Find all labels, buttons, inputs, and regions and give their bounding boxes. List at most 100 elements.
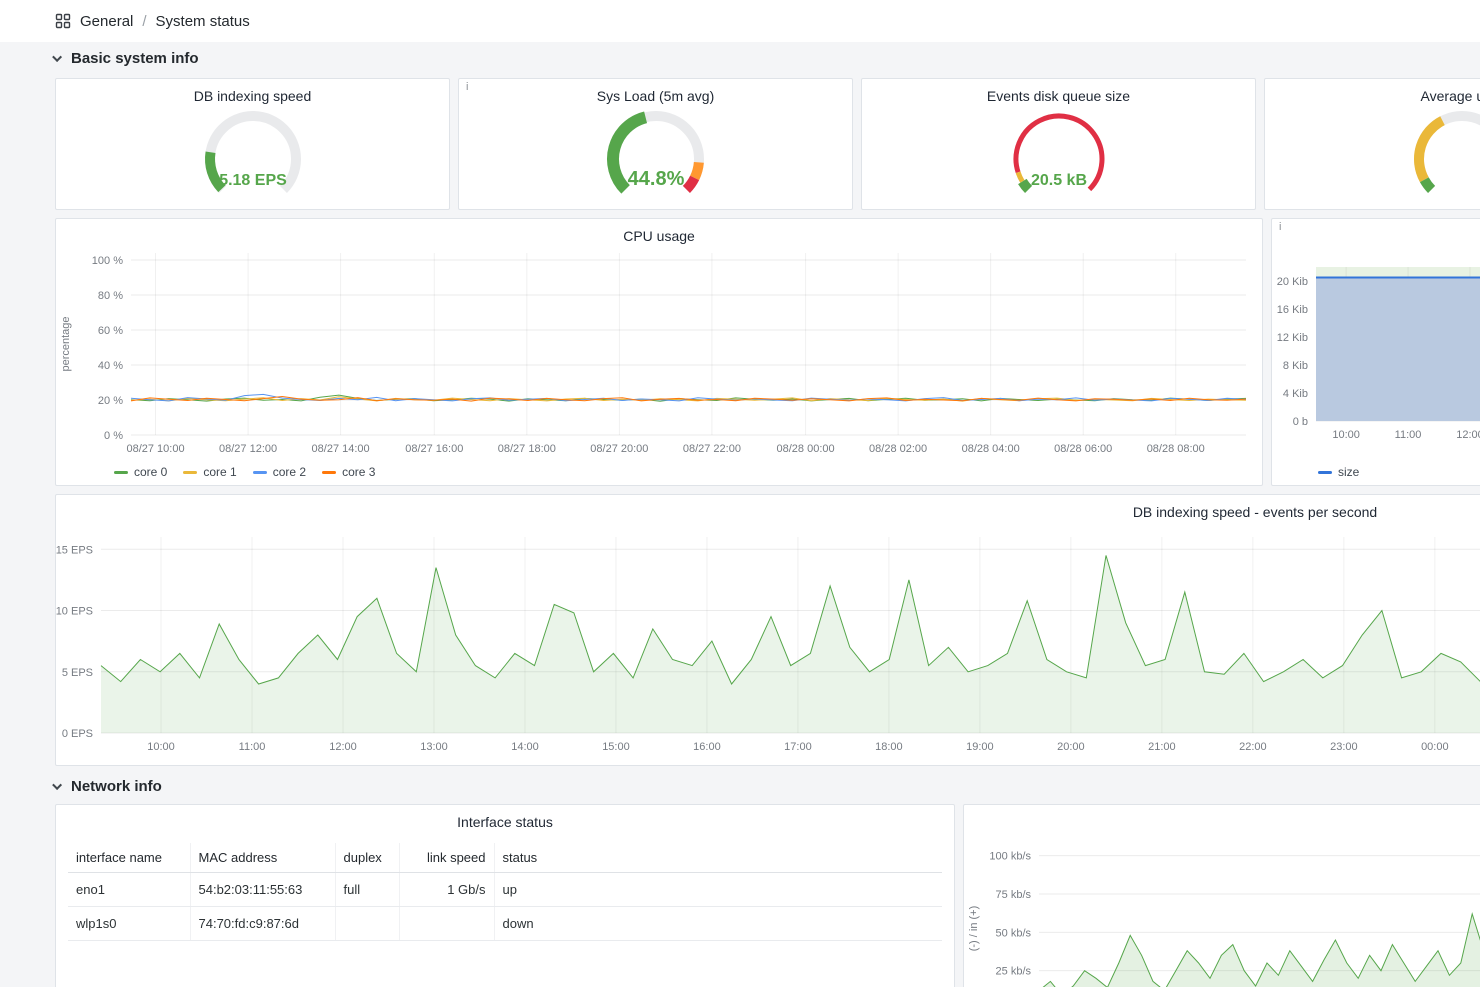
panel-title[interactable]: DB indexing speed - events per second [56,495,1480,523]
svg-text:10:00: 10:00 [1332,429,1360,441]
panel-average-upstream-gauge: Average upstr [1264,78,1480,210]
svg-text:08/27 16:00: 08/27 16:00 [405,443,463,455]
db-indexing-speed-chart[interactable]: 0 EPS5 EPS10 EPS15 EPS10:0011:0012:0013:… [56,521,1480,767]
chevron-down-icon [52,780,62,790]
section-network-info[interactable]: Network info [55,778,162,795]
breadcrumb-section[interactable]: General [80,13,133,30]
legend-item-core-3[interactable]: core 3 [322,465,375,479]
grafana-dashboard: General / System status Basic system inf… [0,0,1480,987]
svg-text:12:00: 12:00 [1456,429,1480,441]
panel-network-traffic: 25 kb/s50 kb/s75 kb/s100 kb/s(-) / in (+… [963,804,1480,987]
panel-db-indexing-speed-gauge: DB indexing speed 5.18 EPS [55,78,450,210]
svg-text:08/27 20:00: 08/27 20:00 [590,443,648,455]
svg-text:25 kb/s: 25 kb/s [996,966,1032,978]
info-icon[interactable]: i [466,82,468,93]
cpu-usage-legend: core 0 core 1 core 2 core 3 [114,465,391,479]
table-row[interactable]: wlp1s074:70:fd:c9:87:6d down [68,907,942,941]
legend-swatch [322,471,336,474]
table-row[interactable]: eno154:b2:03:11:55:63full1 Gb/sup [68,873,942,907]
svg-text:18:00: 18:00 [875,741,903,753]
svg-text:20:00: 20:00 [1057,741,1085,753]
svg-text:12:00: 12:00 [329,741,357,753]
table-cell: 74:70:fd:c9:87:6d [190,907,335,941]
legend-label: size [1338,465,1359,479]
svg-text:0 %: 0 % [104,430,123,442]
legend-swatch [183,471,197,474]
svg-text:16:00: 16:00 [693,741,721,753]
svg-text:10 EPS: 10 EPS [56,606,93,618]
svg-text:17:00: 17:00 [784,741,812,753]
svg-text:16 Kib: 16 Kib [1277,304,1308,316]
svg-text:100 %: 100 % [92,255,123,267]
svg-text:00:00: 00:00 [1421,741,1449,753]
svg-text:60 %: 60 % [98,325,123,337]
svg-text:0 b: 0 b [1293,416,1308,428]
network-traffic-chart[interactable]: 25 kb/s50 kb/s75 kb/s100 kb/s(-) / in (+… [964,825,1480,987]
svg-text:22:00: 22:00 [1239,741,1267,753]
breadcrumb-page: System status [156,13,250,30]
section-title: Network info [71,778,162,795]
svg-text:19:00: 19:00 [966,741,994,753]
panel-db-indexing-speed-chart: DB indexing speed - events per second 0 … [55,494,1480,766]
legend-item-size[interactable]: size [1318,465,1359,479]
svg-text:14:00: 14:00 [511,741,539,753]
svg-text:11:00: 11:00 [239,741,266,753]
svg-text:23:00: 23:00 [1330,741,1358,753]
table-cell [335,907,399,941]
legend-swatch [253,471,267,474]
svg-text:08/27 10:00: 08/27 10:00 [126,443,184,455]
svg-text:15 EPS: 15 EPS [56,544,93,556]
info-icon[interactable]: i [1279,222,1281,233]
legend-label: core 0 [134,465,167,479]
table-cell [399,907,494,941]
legend-swatch [114,471,128,474]
chevron-down-icon [52,52,62,62]
legend-item-core-2[interactable]: core 2 [253,465,306,479]
svg-text:(-) / in (+): (-) / in (+) [968,906,980,952]
panel-sys-load-gauge: i Sys Load (5m avg) 44.8% [458,78,853,210]
table-cell: eno1 [68,873,190,907]
svg-text:20 %: 20 % [98,395,123,407]
section-basic-system-info[interactable]: Basic system info [55,50,199,67]
legend-item-core-1[interactable]: core 1 [183,465,236,479]
svg-text:12 Kib: 12 Kib [1277,332,1308,344]
sys-load-gauge: 44.8% [581,101,731,213]
legend-item-core-0[interactable]: core 0 [114,465,167,479]
panel-title[interactable]: Interface status [56,805,954,833]
svg-text:100 kb/s: 100 kb/s [989,851,1031,863]
panel-events-disk-queue-chart: i 0 b4 Kib8 Kib12 Kib16 Kib20 Kib10:0011… [1271,218,1480,486]
svg-text:10:00: 10:00 [147,741,175,753]
column-header[interactable]: status [494,843,942,873]
column-header[interactable]: duplex [335,843,399,873]
svg-text:80 %: 80 % [98,290,123,302]
svg-text:08/28 04:00: 08/28 04:00 [962,443,1020,455]
table-cell: wlp1s0 [68,907,190,941]
apps-grid-icon [55,13,71,29]
events-disk-queue-gauge: 20.5 kB [984,101,1134,213]
panel-cpu-usage: CPU usage 0 % 20 % 40 % 60 % 80 % 100 % 08/27 … [55,218,1263,486]
section-title: Basic system info [71,50,199,67]
table-cell: down [494,907,942,941]
svg-text:08/27 14:00: 08/27 14:00 [312,443,370,455]
svg-text:08/28 08:00: 08/28 08:00 [1147,443,1205,455]
svg-text:08/27 18:00: 08/27 18:00 [498,443,556,455]
svg-text:13:00: 13:00 [420,741,448,753]
svg-text:44.8%: 44.8% [628,168,685,190]
panel-events-disk-queue-gauge: Events disk queue size 20.5 kB [861,78,1256,210]
column-header[interactable]: link speed [399,843,494,873]
column-header[interactable]: MAC address [190,843,335,873]
column-header[interactable]: interface name [68,843,190,873]
table-cell: up [494,873,942,907]
svg-text:11:00: 11:00 [1395,429,1422,441]
svg-text:08/28 00:00: 08/28 00:00 [777,443,835,455]
svg-text:08/28 02:00: 08/28 02:00 [869,443,927,455]
table-cell: 1 Gb/s [399,873,494,907]
panel-title[interactable]: CPU usage [56,219,1262,247]
dashboard-header: General / System status [0,0,1480,42]
cpu-usage-chart[interactable]: 0 % 20 % 40 % 60 % 80 % 100 % 08/27 10:00 08/27… [56,245,1264,465]
legend-label: core 3 [342,465,375,479]
legend-swatch [1318,471,1332,474]
table-cell: full [335,873,399,907]
events-disk-queue-chart[interactable]: 0 b4 Kib8 Kib12 Kib16 Kib20 Kib10:0011:0… [1272,245,1480,465]
svg-text:40 %: 40 % [98,360,123,372]
